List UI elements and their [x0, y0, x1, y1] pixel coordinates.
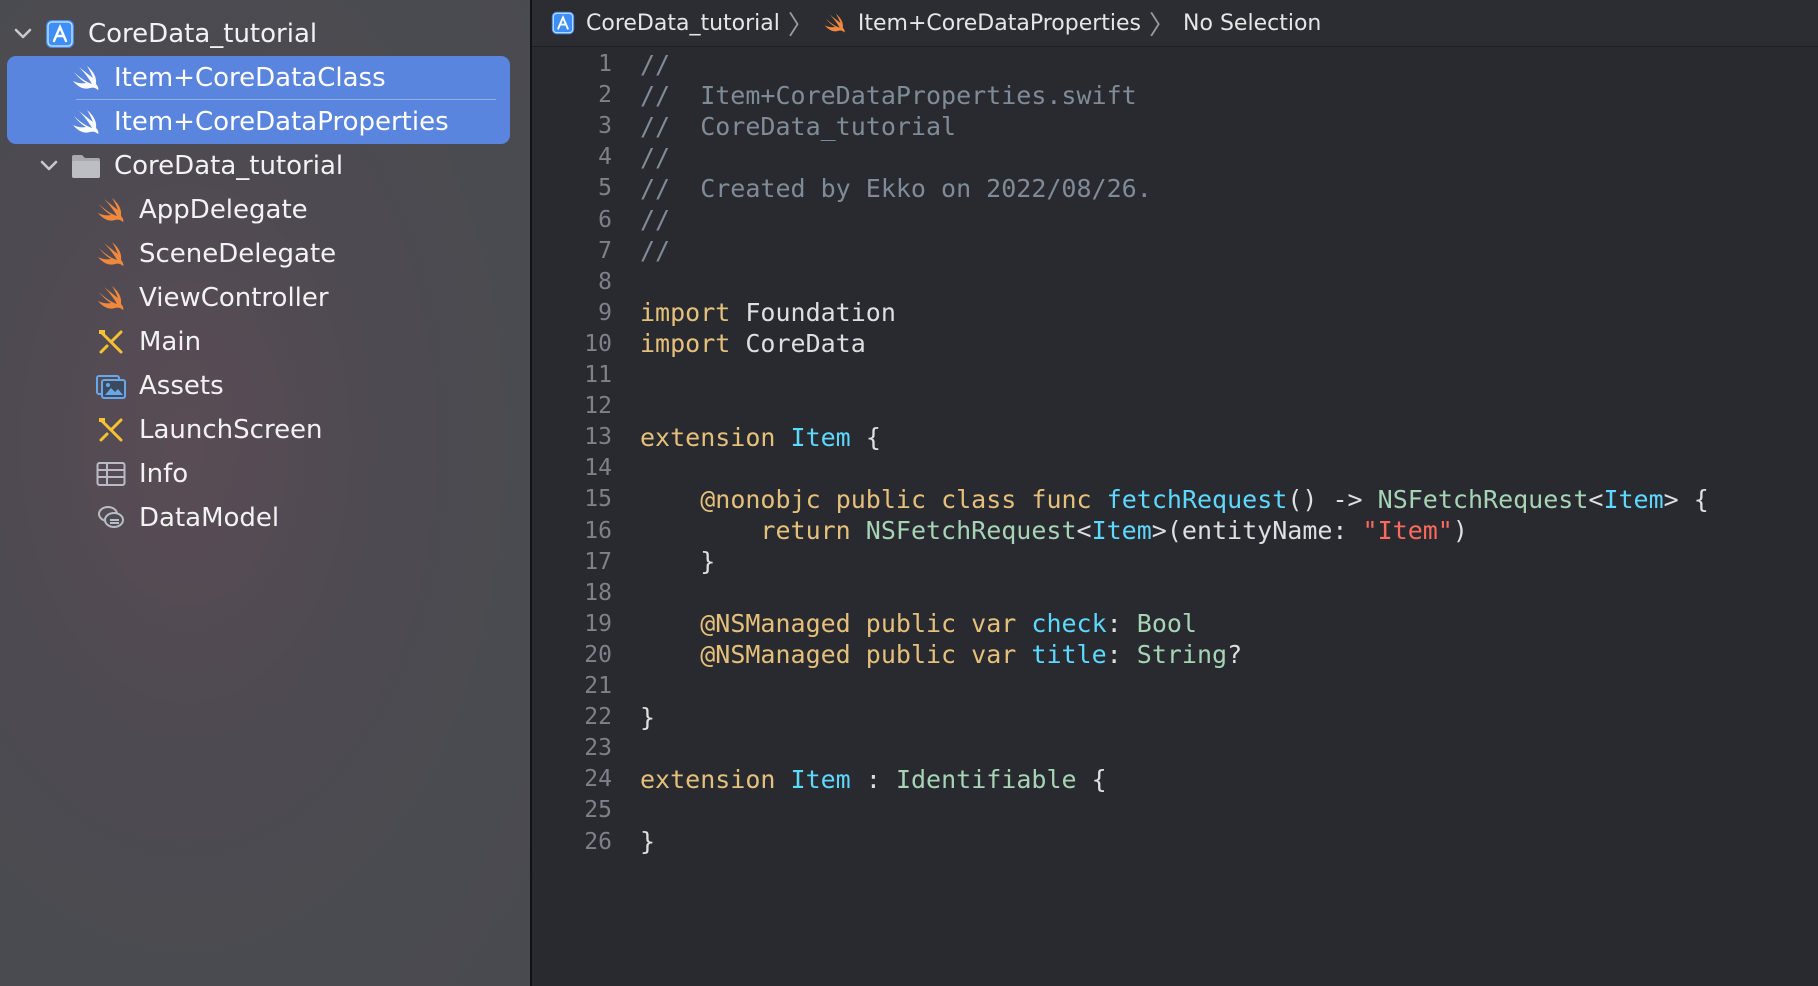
nav-item-label: Info	[139, 459, 189, 489]
jumpbar-file[interactable]: Item+CoreDataProperties	[822, 10, 1141, 36]
code-text: extension Item : Identifiable {	[640, 764, 1107, 794]
code-text: @nonobjc public class func fetchRequest(…	[700, 484, 1709, 514]
line-number: 13	[584, 424, 612, 451]
code-line[interactable]: 26}	[532, 824, 1818, 860]
nav-item-label: Item+CoreDataClass	[114, 63, 386, 93]
swift-file-icon	[95, 194, 127, 226]
nav-item-label: DataModel	[139, 503, 280, 533]
nav-item-label: CoreData_tutorial	[88, 19, 318, 49]
asset-catalog-icon	[95, 370, 127, 402]
xcode-project-icon	[44, 18, 76, 50]
line-number: 14	[584, 455, 612, 482]
swift-file-icon	[70, 62, 102, 94]
line-number: 15	[584, 486, 612, 513]
line-number: 11	[584, 362, 612, 388]
line-number: 22	[584, 704, 612, 731]
line-number: 16	[584, 517, 612, 544]
nav-item-label: SceneDelegate	[139, 239, 337, 269]
nav-item-group-coredata-tutorial[interactable]: CoreData_tutorial	[38, 144, 343, 188]
code-text: //	[640, 49, 671, 79]
nav-item-item-coredataclass[interactable]: Item+CoreDataClass	[70, 56, 386, 100]
line-number: 20	[584, 641, 612, 668]
code-text: }	[700, 547, 716, 577]
nav-item-project[interactable]: CoreData_tutorial	[12, 12, 317, 56]
code-text: //	[640, 205, 671, 234]
xcode-project-icon	[550, 10, 576, 36]
line-number: 6	[598, 206, 612, 233]
code-text: @NSManaged public var title: String?	[700, 640, 1243, 670]
code-area[interactable]: 1 // 2 // Item+CoreDataProperties.swift 3 // …	[532, 46, 1818, 986]
swift-file-icon	[95, 282, 127, 314]
code-text: // CoreData_tutorial	[640, 111, 957, 141]
folder-icon	[70, 150, 102, 182]
nav-item-datamodel[interactable]: DataModel	[95, 496, 279, 540]
nav-item-main[interactable]: Main	[95, 320, 201, 364]
nav-item-label: Main	[139, 327, 202, 357]
nav-item-label: LaunchScreen	[139, 415, 323, 445]
jumpbar-project-label: CoreData_tutorial	[586, 10, 780, 36]
nav-item-label: Assets	[139, 371, 224, 401]
code-text: // Created by Ekko on 2022/08/26.	[640, 173, 1152, 203]
line-number: 8	[598, 268, 612, 295]
line-number: 17	[584, 548, 612, 575]
xcode-window: CoreData_tutorial Item+CoreDataClass Ite…	[0, 0, 1818, 986]
line-number: 2	[598, 82, 612, 109]
code-text: //	[640, 236, 671, 266]
line-number: 5	[598, 175, 612, 202]
code-text: // Item+CoreDataProperties.swift	[640, 80, 1137, 110]
line-number: 23	[584, 735, 612, 762]
breadcrumb-separator: 〉	[787, 10, 814, 41]
swift-file-icon	[822, 10, 848, 36]
storyboard-icon	[95, 326, 127, 358]
line-number: 3	[598, 113, 612, 140]
line-number: 12	[584, 393, 612, 420]
nav-item-label: Item+CoreDataProperties	[114, 107, 449, 137]
nav-item-label: AppDelegate	[139, 195, 308, 225]
line-number: 9	[598, 299, 612, 326]
storyboard-icon	[95, 414, 127, 446]
line-number: 26	[584, 828, 612, 855]
nav-item-info[interactable]: Info	[95, 452, 188, 496]
line-number: 25	[584, 797, 612, 824]
code-text: import CoreData	[640, 329, 866, 359]
line-number: 18	[584, 579, 612, 606]
swift-file-icon	[95, 238, 127, 270]
nav-item-launchscreen[interactable]: LaunchScreen	[95, 408, 323, 452]
code-text: import Foundation	[640, 298, 896, 328]
line-number: 10	[584, 330, 612, 357]
swift-file-icon	[70, 106, 102, 138]
breadcrumb-separator: 〉	[1149, 10, 1176, 41]
nav-item-appdelegate[interactable]: AppDelegate	[95, 188, 308, 232]
nav-item-assets[interactable]: Assets	[95, 364, 224, 408]
line-number: 19	[584, 610, 612, 637]
line-number: 4	[598, 144, 612, 171]
code-text: return NSFetchRequest<Item>(entityName: …	[760, 516, 1468, 545]
line-number: 24	[584, 766, 612, 793]
jumpbar-selection[interactable]: No Selection	[1183, 11, 1321, 36]
code-text: @NSManaged public var check: Bool	[700, 609, 1197, 639]
line-number: 7	[598, 237, 612, 264]
code-text: //	[640, 142, 671, 172]
code-text: }	[640, 827, 656, 856]
nav-item-label: CoreData_tutorial	[114, 151, 344, 181]
line-number: 21	[584, 673, 612, 699]
jumpbar-file-label: Item+CoreDataProperties	[857, 10, 1142, 36]
jumpbar-selection-label: No Selection	[1183, 10, 1322, 36]
code-text: }	[640, 702, 656, 732]
code-text: extension Item {	[640, 422, 881, 452]
source-editor: CoreData_tutorial 〉 Item+CoreDataPropert…	[532, 0, 1818, 986]
jump-bar: CoreData_tutorial 〉 Item+CoreDataPropert…	[532, 0, 1818, 47]
nav-item-scenedelegate[interactable]: SceneDelegate	[95, 232, 336, 276]
plist-icon	[95, 458, 127, 490]
chevron-down-icon[interactable]	[38, 155, 60, 177]
nav-item-viewcontroller[interactable]: ViewController	[95, 276, 329, 320]
nav-item-item-coredataproperties[interactable]: Item+CoreDataProperties	[70, 100, 449, 144]
chevron-down-icon[interactable]	[12, 23, 34, 45]
project-navigator: CoreData_tutorial Item+CoreDataClass Ite…	[0, 0, 530, 986]
line-number: 1	[598, 51, 612, 77]
coredata-model-icon	[95, 502, 127, 534]
nav-item-label: ViewController	[139, 283, 329, 313]
jumpbar-project[interactable]: CoreData_tutorial	[550, 10, 780, 36]
